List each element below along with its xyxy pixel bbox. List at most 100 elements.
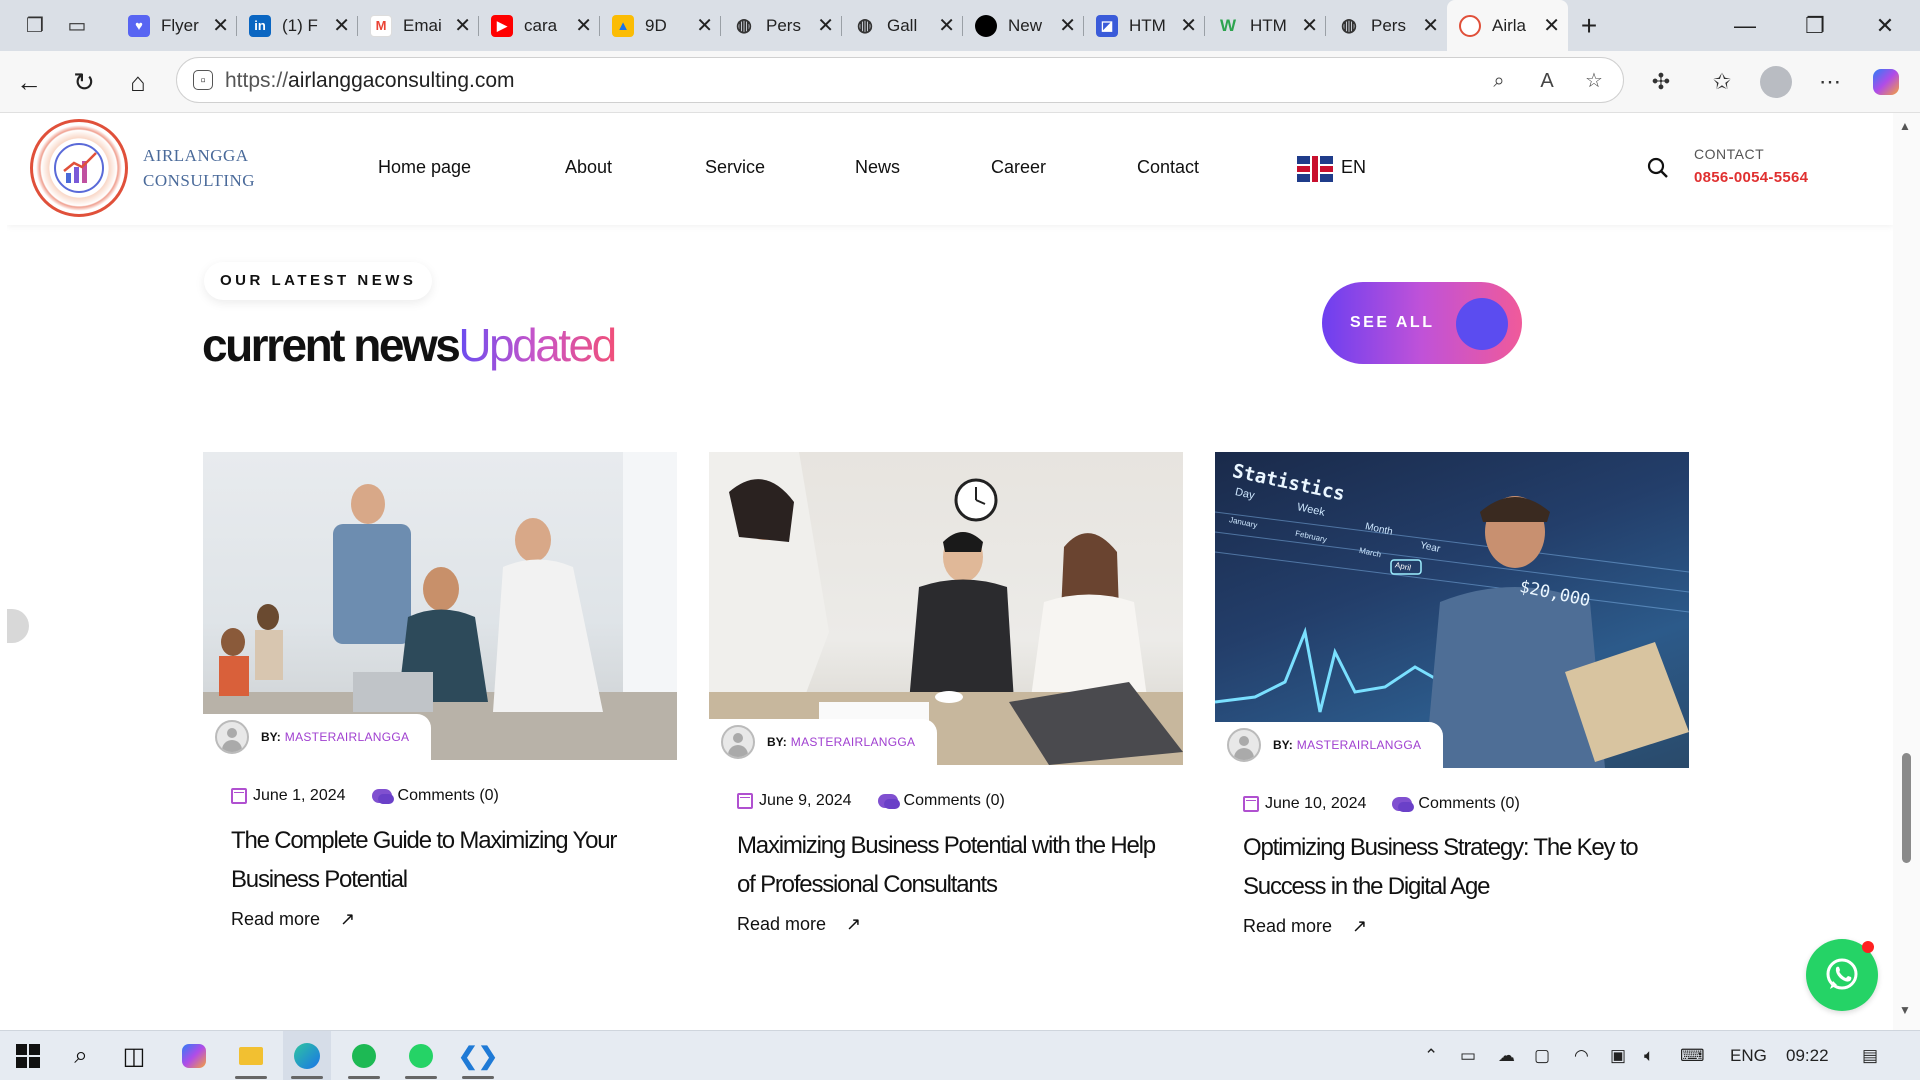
side-scroll-handle[interactable] — [7, 609, 29, 643]
browser-tab[interactable]: M Emai ✕ — [358, 6, 479, 46]
nav-career[interactable]: Career — [991, 157, 1046, 178]
browser-tab-active[interactable]: Airla ✕ — [1447, 0, 1568, 51]
read-aloud-icon[interactable]: A — [1534, 68, 1560, 94]
workspaces-icon[interactable]: ❐ — [14, 6, 56, 46]
close-tab-icon[interactable]: ✕ — [333, 13, 350, 38]
nav-service[interactable]: Service — [705, 157, 765, 178]
news-title[interactable]: Maximizing Business Potential with the H… — [737, 826, 1167, 904]
close-tab-icon[interactable]: ✕ — [1059, 13, 1076, 38]
company-logo[interactable] — [30, 119, 128, 217]
nav-home[interactable]: Home page — [378, 157, 471, 178]
clock[interactable]: 09:22 — [1786, 1031, 1829, 1080]
copilot-icon[interactable] — [1869, 65, 1903, 99]
news-image-statistics[interactable]: Statistics Day Week Month Year January F… — [1215, 452, 1689, 768]
tab-actions-icon[interactable]: ▭ — [56, 6, 98, 46]
author-link[interactable]: MASTERAIRLANGGA — [285, 730, 410, 744]
search-icon[interactable] — [1645, 155, 1671, 181]
home-icon[interactable]: ⌂ — [121, 65, 155, 99]
browser-tab[interactable]: W HTM ✕ — [1205, 6, 1326, 46]
close-tab-icon[interactable]: ✕ — [1543, 13, 1560, 38]
task-view-icon[interactable]: ◫ — [110, 1031, 158, 1080]
wifi-icon[interactable]: ◠ — [1574, 1031, 1589, 1080]
keyboard-icon[interactable]: ⌨ — [1680, 1031, 1705, 1080]
close-tab-icon[interactable]: ✕ — [696, 13, 713, 38]
browser-tab[interactable]: in (1) F ✕ — [237, 6, 358, 46]
battery-icon[interactable]: ▭ — [1460, 1031, 1476, 1080]
comments-count[interactable]: Comments (0) — [398, 787, 499, 805]
browser-tab[interactable]: ◪ HTM ✕ — [1084, 6, 1205, 46]
site-info-icon[interactable]: ▫ — [193, 70, 213, 90]
search-taskbar-icon[interactable]: ⌕ — [57, 1031, 105, 1080]
tray-chevron-icon[interactable]: ⌃ — [1424, 1031, 1438, 1080]
whatsapp-chat-button[interactable] — [1806, 939, 1878, 1011]
zoom-icon[interactable]: ⌕ — [1486, 68, 1512, 94]
browser-tab[interactable]: ◍ Pers ✕ — [1326, 6, 1447, 46]
section-eyebrow: OUR LATEST NEWS — [204, 262, 433, 300]
close-window-icon[interactable]: ✕ — [1850, 0, 1920, 51]
scroll-up-arrow-icon[interactable]: ▲ — [1899, 119, 1911, 133]
read-more-link[interactable]: Read more ↗ — [231, 909, 355, 930]
new-tab-icon[interactable]: + — [1568, 6, 1610, 46]
contact-phone[interactable]: 0856-0054-5564 — [1694, 169, 1808, 186]
nav-about[interactable]: About — [565, 157, 612, 178]
input-language[interactable]: ENG — [1730, 1031, 1767, 1080]
close-tab-icon[interactable]: ✕ — [1301, 13, 1318, 38]
minimize-icon[interactable]: — — [1710, 0, 1780, 51]
author-link[interactable]: MASTERAIRLANGGA — [791, 735, 916, 749]
language-switcher[interactable]: EN — [1341, 157, 1366, 178]
extensions-icon[interactable]: ✣ — [1644, 65, 1678, 99]
windows-taskbar: ⌕ ◫ ❮❯ ⌃ ▭ ☁ ▢ ◠ ▣ 🔈︎ ⌨ ENG 09:22 ▤ — [0, 1030, 1920, 1080]
copilot-taskbar-icon[interactable] — [170, 1031, 218, 1080]
browser-tab[interactable]: ◍ Pers ✕ — [721, 6, 842, 46]
notifications-icon[interactable]: ▤ — [1862, 1031, 1878, 1080]
display-icon[interactable]: ▢ — [1534, 1031, 1550, 1080]
scrollbar-thumb[interactable] — [1902, 753, 1911, 863]
uk-flag-icon[interactable] — [1297, 156, 1333, 182]
refresh-icon[interactable]: ↻ — [67, 65, 101, 99]
more-menu-icon[interactable]: ⋯ — [1813, 65, 1847, 99]
vscode-icon[interactable]: ❮❯ — [454, 1031, 502, 1080]
whatsapp-taskbar-icon[interactable] — [397, 1031, 445, 1080]
close-tab-icon[interactable]: ✕ — [1180, 13, 1197, 38]
comments-count[interactable]: Comments (0) — [1418, 795, 1519, 813]
read-more-link[interactable]: Read more ↗ — [1243, 916, 1367, 937]
brand-name[interactable]: AIRLANGGA CONSULTING — [143, 143, 255, 193]
nav-contact[interactable]: Contact — [1137, 157, 1199, 178]
windows-start-icon[interactable] — [4, 1031, 52, 1080]
author-link[interactable]: MASTERAIRLANGGA — [1297, 738, 1422, 752]
page-scrollbar[interactable]: ▲ ▼ — [1893, 113, 1920, 1030]
profile-avatar[interactable] — [1759, 65, 1793, 99]
cloud-icon[interactable]: ☁ — [1498, 1031, 1515, 1080]
close-tab-icon[interactable]: ✕ — [454, 13, 471, 38]
spotify-icon[interactable] — [340, 1031, 388, 1080]
volume-icon[interactable]: 🔈︎ — [1644, 1031, 1654, 1080]
edge-browser-icon[interactable] — [283, 1031, 331, 1080]
comments-count[interactable]: Comments (0) — [904, 792, 1005, 810]
camera-icon[interactable]: ▣ — [1610, 1031, 1626, 1080]
close-tab-icon[interactable]: ✕ — [1422, 13, 1439, 38]
favorite-star-icon[interactable]: ☆ — [1581, 68, 1607, 94]
browser-tab[interactable]: ♥ Flyer ✕ — [116, 6, 237, 46]
comments-icon — [371, 789, 394, 804]
news-title[interactable]: Optimizing Business Strategy: The Key to… — [1243, 828, 1673, 906]
favorites-icon[interactable]: ✩ — [1705, 65, 1739, 99]
back-icon[interactable]: ← — [12, 65, 46, 99]
nav-news[interactable]: News — [855, 157, 900, 178]
news-title[interactable]: The Complete Guide to Maximizing Your Bu… — [231, 821, 661, 899]
calendar-icon — [1243, 796, 1259, 812]
browser-tab[interactable]: ▶ cara ✕ — [479, 6, 600, 46]
browser-tab[interactable]: ◍ Gall ✕ — [842, 6, 963, 46]
browser-tab[interactable]: ▲ 9D ✕ — [600, 6, 721, 46]
file-explorer-icon[interactable] — [227, 1031, 275, 1080]
read-more-link[interactable]: Read more ↗ — [737, 914, 861, 935]
close-tab-icon[interactable]: ✕ — [212, 13, 229, 38]
restore-icon[interactable]: ❐ — [1780, 0, 1850, 51]
address-bar[interactable]: ▫ https://airlanggaconsulting.com ⌕ A ☆ — [176, 57, 1624, 103]
close-tab-icon[interactable]: ✕ — [817, 13, 834, 38]
scroll-down-arrow-icon[interactable]: ▼ — [1899, 1003, 1911, 1017]
see-all-button[interactable]: SEE ALL — [1322, 282, 1522, 364]
close-tab-icon[interactable]: ✕ — [938, 13, 955, 38]
close-tab-icon[interactable]: ✕ — [575, 13, 592, 38]
browser-tab[interactable]: New ✕ — [963, 6, 1084, 46]
heart-icon: ♥ — [128, 14, 150, 37]
